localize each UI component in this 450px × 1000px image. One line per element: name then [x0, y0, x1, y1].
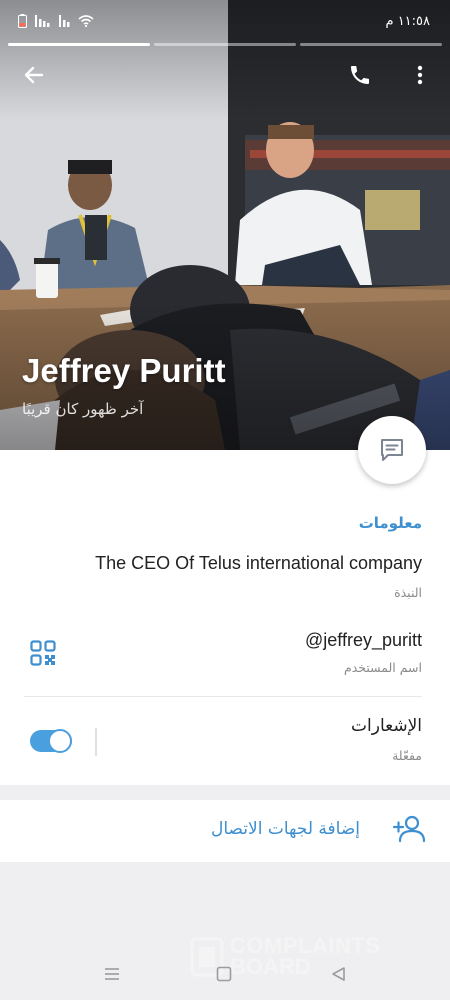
bio-label: النبذة: [394, 585, 422, 600]
status-time: ١١:٥٨ م: [385, 14, 431, 29]
nav-home-button[interactable]: [212, 962, 236, 986]
toggle-knob: [48, 729, 72, 753]
battery-icon: [18, 14, 27, 28]
nav-back-button[interactable]: [326, 962, 350, 986]
notifications-label[interactable]: الإشعارات: [351, 716, 422, 736]
status-icons: [18, 14, 94, 28]
info-section-title: معلومات: [358, 514, 422, 532]
notifications-status: مفعّلة: [392, 748, 422, 763]
story-progress-segment: [8, 43, 150, 46]
username-text[interactable]: @jeffrey_puritt: [305, 630, 422, 651]
more-vertical-icon: [417, 65, 423, 85]
qr-code-button[interactable]: [30, 640, 56, 670]
system-nav-bar: [0, 950, 450, 1000]
username-label: اسم المستخدم: [343, 660, 422, 675]
info-card: معلومات The CEO Of Telus international c…: [0, 450, 450, 785]
add-person-icon: [392, 815, 426, 843]
more-options-button[interactable]: [400, 55, 440, 95]
home-square-icon: [216, 966, 232, 982]
status-bar: ١١:٥٨ م: [0, 0, 450, 40]
back-button[interactable]: [14, 55, 54, 95]
add-contact-label: إضافة لجهات الاتصال: [211, 819, 360, 839]
message-button[interactable]: [358, 416, 426, 484]
message-icon: [381, 439, 403, 461]
back-triangle-icon: [332, 967, 345, 981]
add-contact-row[interactable]: إضافة لجهات الاتصال: [0, 800, 450, 862]
wifi-icon: [78, 15, 94, 27]
profile-header: ١١:٥٨ م Jeffrey Puritt آخر ظهور كان قريب…: [0, 0, 450, 450]
menu-icon: [105, 968, 119, 980]
back-arrow-icon: [24, 66, 44, 84]
story-progress-segment: [154, 43, 296, 46]
signal-icon: [35, 15, 50, 27]
row-divider: [24, 696, 422, 697]
vertical-separator: [95, 728, 97, 756]
qr-code-icon: [30, 640, 56, 666]
story-progress-segment: [300, 43, 442, 46]
notifications-toggle[interactable]: [30, 729, 72, 753]
signal-icon: [59, 15, 70, 27]
last-seen-status: آخر ظهور كان قريبًا: [22, 400, 144, 418]
call-button[interactable]: [340, 55, 380, 95]
bio-text[interactable]: The CEO Of Telus international company: [95, 553, 422, 574]
nav-recents-button[interactable]: [100, 962, 124, 986]
phone-icon: [351, 66, 369, 84]
profile-name: Jeffrey Puritt: [22, 352, 226, 389]
